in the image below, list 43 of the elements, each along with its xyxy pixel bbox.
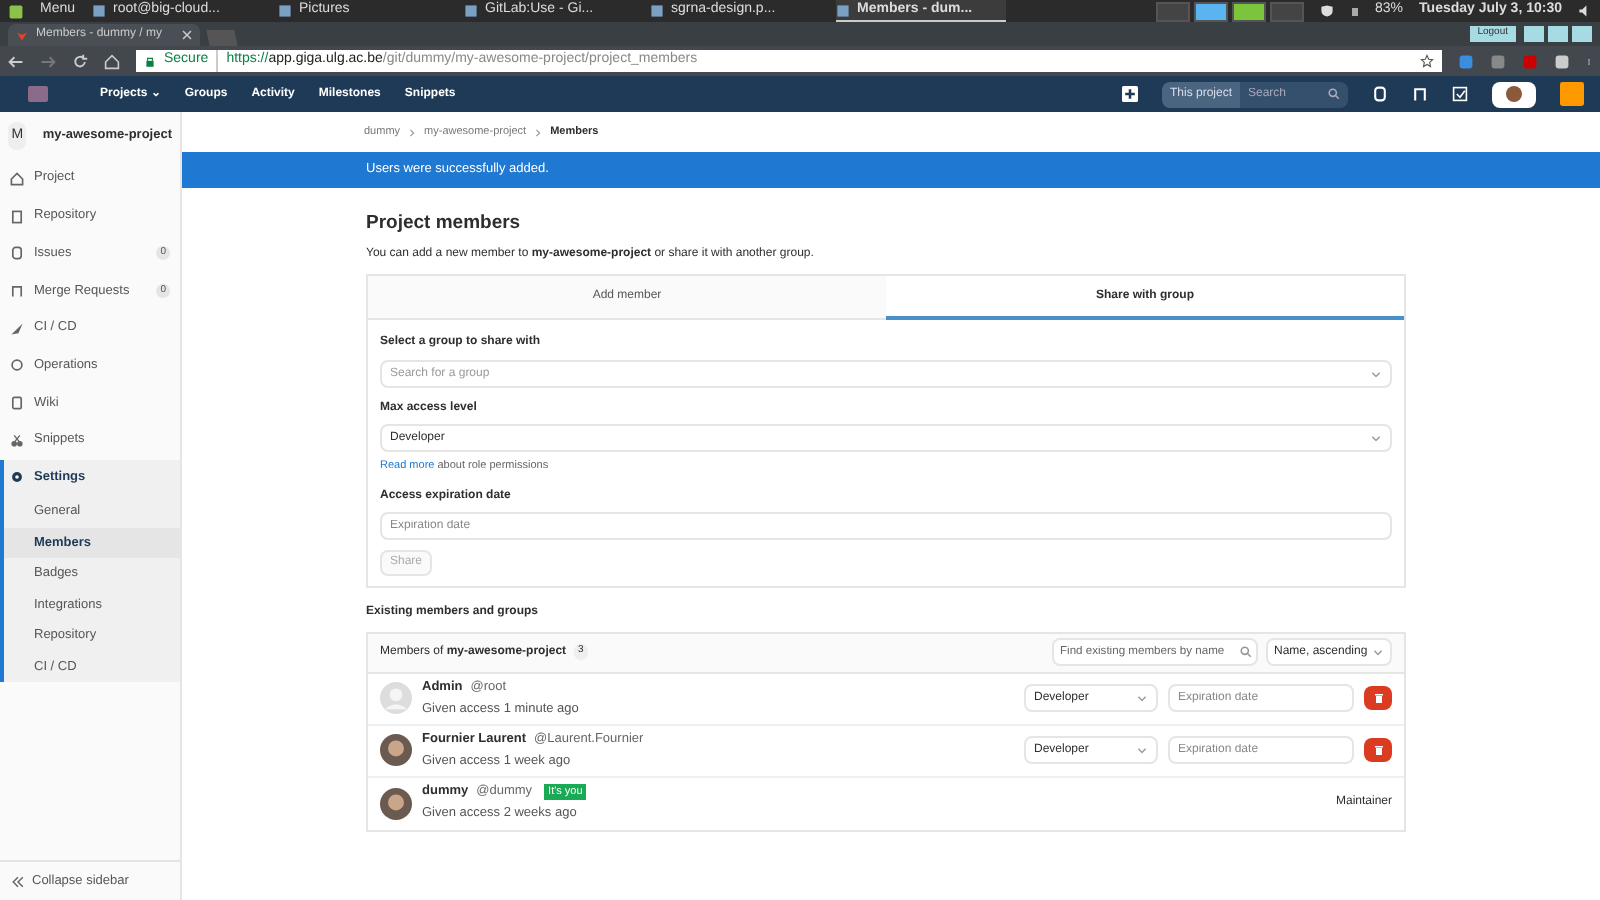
- close-icon[interactable]: [182, 30, 192, 40]
- search-icon: [1328, 88, 1340, 100]
- user-menu-button[interactable]: [1492, 81, 1536, 107]
- page-title: Project members: [366, 210, 523, 238]
- back-icon[interactable]: [8, 53, 24, 69]
- chevron-down-icon: [1370, 432, 1382, 445]
- search-icon: [1240, 646, 1252, 658]
- menu-icon: [8, 3, 24, 19]
- window-icon: [649, 4, 664, 18]
- home-icon: [104, 53, 120, 69]
- merge-request-icon: [1412, 86, 1428, 102]
- book-icon: [10, 395, 24, 410]
- shield-icon: [1319, 4, 1334, 18]
- chevron-down-icon: [1372, 646, 1384, 658]
- issues-icon: [10, 246, 24, 261]
- window-icon: [463, 4, 478, 18]
- chevron-right-icon: [534, 127, 543, 137]
- house-icon: [10, 171, 24, 186]
- merge-request-icon: [10, 283, 24, 298]
- document-icon: [10, 209, 24, 224]
- lock-icon: [144, 55, 156, 67]
- double-chevron-left-icon: [12, 875, 24, 887]
- trash-icon: [1373, 744, 1383, 756]
- todo-icon: [1452, 86, 1468, 102]
- scissors-icon: [10, 433, 24, 448]
- chevron-down-icon: [1370, 368, 1382, 381]
- star-icon: [1420, 54, 1434, 68]
- chevron-down-icon: [1136, 744, 1148, 756]
- window-icon: [91, 4, 106, 18]
- window-icon: [277, 4, 292, 18]
- battery-icon: [1349, 3, 1360, 19]
- user-avatar-icon: [380, 682, 412, 714]
- delete-button[interactable]: [1364, 738, 1392, 762]
- speaker-icon: [1578, 4, 1592, 18]
- reload-icon[interactable]: [72, 53, 88, 69]
- issues-icon: [1372, 86, 1388, 102]
- settings-icon: [10, 470, 24, 485]
- chevron-down-icon: [1136, 692, 1148, 704]
- trash-icon: [1373, 692, 1383, 704]
- chevron-right-icon: [408, 127, 417, 137]
- delete-button[interactable]: [1364, 686, 1392, 710]
- plus-icon: [1121, 86, 1138, 102]
- window-icon: [835, 3, 850, 17]
